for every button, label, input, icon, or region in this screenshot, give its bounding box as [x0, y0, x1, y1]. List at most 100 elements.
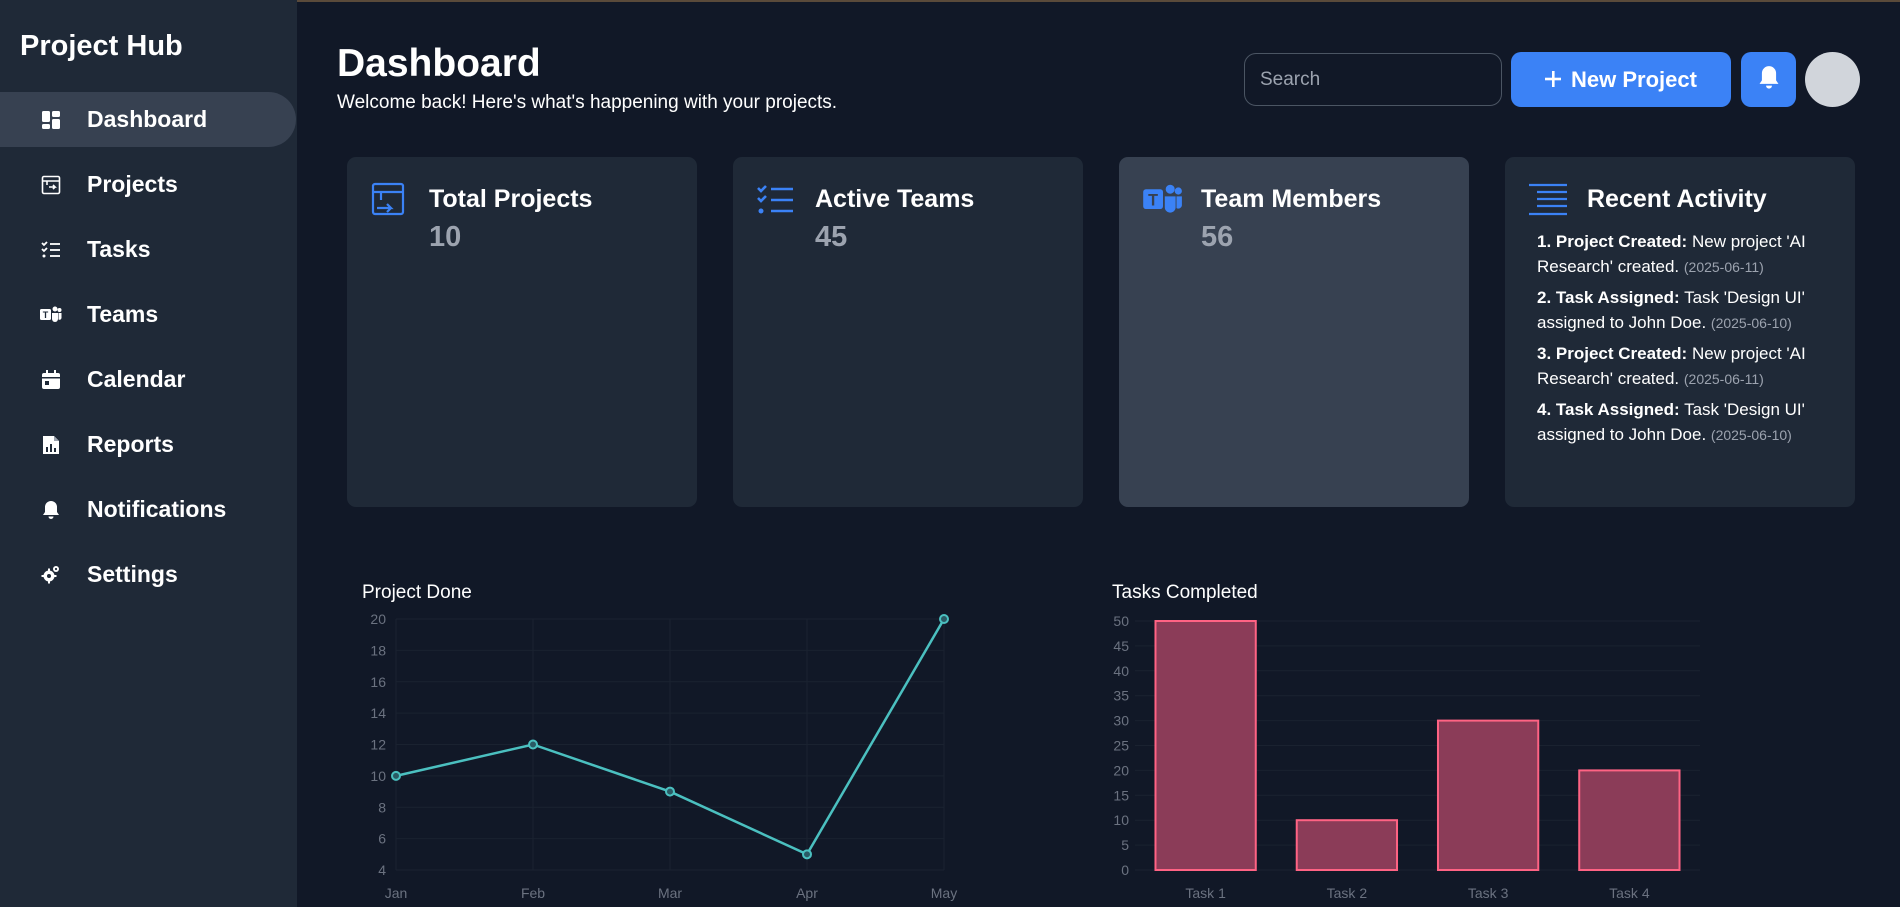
y-tick-label: 16: [370, 674, 386, 690]
stat-card-active-teams: Active Teams 45: [733, 157, 1083, 507]
data-point: [939, 614, 949, 624]
y-tick-label: 0: [1121, 862, 1129, 878]
teams-icon: T: [40, 304, 62, 326]
notifications-button[interactable]: [1741, 52, 1796, 107]
bar-chart: 0 5 10 15 20 25 30 35 40 45 50 Task 1 Task 2 Task 3 Ta…: [1113, 613, 1700, 901]
x-tick-label: Task 1: [1185, 885, 1226, 901]
card-value: 56: [1201, 221, 1234, 253]
plus-icon: [1545, 67, 1562, 93]
list-icon: [1529, 183, 1567, 219]
sidebar-item-label: Dashboard: [87, 106, 208, 132]
x-tick-label: Task 4: [1609, 885, 1650, 901]
sidebar-item-teams[interactable]: T Teams: [0, 287, 296, 342]
y-tick-label: 6: [378, 831, 386, 847]
card-title: Recent Activity: [1587, 185, 1767, 213]
y-tick-label: 4: [378, 862, 386, 878]
data-point: [665, 786, 675, 797]
bar: [1295, 819, 1399, 871]
sidebar-item-tasks[interactable]: Tasks: [0, 222, 296, 277]
recent-activity-card: Recent Activity 1. Project Created: New …: [1505, 157, 1855, 507]
y-tick-label: 12: [370, 737, 386, 753]
y-tick-label: 25: [1113, 738, 1129, 754]
activity-type: 3. Project Created:: [1537, 344, 1688, 363]
card-value: 45: [815, 221, 848, 253]
activity-type: 2. Task Assigned:: [1537, 288, 1680, 307]
x-tick-label: Jan: [385, 885, 408, 901]
teams-icon: T: [1143, 182, 1182, 218]
new-project-label: New Project: [1571, 66, 1697, 92]
activity-type: 1. Project Created:: [1537, 232, 1688, 251]
y-tick-label: 45: [1113, 638, 1129, 654]
page-subtitle: Welcome back! Here's what's happening wi…: [337, 92, 838, 113]
user-avatar[interactable]: [1805, 52, 1860, 107]
brand-title: Project Hub: [20, 30, 183, 62]
y-tick-label: 14: [370, 705, 386, 721]
sidebar-item-settings[interactable]: Settings: [0, 547, 296, 602]
x-tick-label: Mar: [658, 885, 682, 901]
x-tick-label: Apr: [796, 885, 818, 901]
y-tick-label: 20: [370, 611, 386, 627]
activity-item: 1. Project Created: New project 'AI Rese…: [1537, 229, 1837, 280]
sidebar-item-calendar[interactable]: Calendar: [0, 352, 296, 407]
bar: [1578, 769, 1681, 871]
tasks-icon: [40, 239, 62, 261]
checklist-icon: [757, 184, 793, 220]
x-tick-label: Task 2: [1327, 885, 1368, 901]
bar: [1436, 719, 1540, 871]
activity-date: (2025-06-10): [1710, 427, 1792, 443]
projects-icon: [40, 174, 62, 196]
data-point: [528, 739, 538, 750]
activity-date: (2025-06-11): [1683, 259, 1764, 275]
card-title: Team Members: [1201, 185, 1382, 213]
sidebar-nav: Dashboard Projects Tasks T Teams Calenda…: [0, 92, 297, 612]
y-tick-label: 18: [370, 642, 386, 658]
bell-icon: [40, 499, 62, 521]
y-tick-label: 40: [1113, 663, 1129, 679]
y-tick-label: 15: [1113, 787, 1129, 803]
y-tick-label: 10: [370, 768, 386, 784]
x-tick-label: May: [931, 885, 957, 901]
page-title: Dashboard: [337, 42, 541, 85]
y-tick-label: 30: [1113, 713, 1129, 729]
stat-card-team-members: T Team Members 56: [1119, 157, 1469, 507]
activity-item: 2. Task Assigned: Task 'Design UI' assig…: [1537, 285, 1837, 336]
svg-text:T: T: [43, 310, 49, 320]
sidebar-item-label: Reports: [87, 431, 174, 457]
sidebar-item-label: Settings: [87, 561, 178, 587]
bell-icon: [1757, 65, 1781, 94]
sidebar-item-label: Calendar: [87, 366, 186, 392]
stat-card-total-projects: Total Projects 10: [347, 157, 697, 507]
calendar-icon: [40, 369, 62, 391]
svg-text:T: T: [1148, 191, 1158, 209]
y-tick-label: 20: [1113, 762, 1129, 778]
dashboard-icon: [40, 109, 62, 131]
activity-item: 3. Project Created: New project 'AI Rese…: [1537, 341, 1837, 392]
sidebar: Project Hub Dashboard Projects Tasks T T…: [0, 0, 297, 907]
sidebar-item-label: Notifications: [87, 496, 227, 522]
activity-item: 4. Task Assigned: Task 'Design UI' assig…: [1537, 397, 1837, 448]
data-point: [391, 770, 401, 781]
y-tick-label: 8: [378, 799, 386, 815]
card-title: Active Teams: [815, 185, 975, 213]
sidebar-item-reports[interactable]: Reports: [0, 417, 296, 472]
activity-type: 4. Task Assigned:: [1537, 400, 1680, 419]
sidebar-item-notifications[interactable]: Notifications: [0, 482, 296, 537]
gear-icon: [40, 564, 62, 586]
activity-list: 1. Project Created: New project 'AI Rese…: [1537, 229, 1837, 453]
activity-date: (2025-06-11): [1683, 371, 1764, 387]
y-tick-label: 35: [1113, 688, 1129, 704]
card-title: Total Projects: [429, 185, 593, 213]
y-tick-label: 5: [1121, 837, 1129, 853]
sidebar-item-label: Projects: [87, 171, 178, 197]
new-project-button[interactable]: New Project: [1511, 52, 1731, 107]
line-chart: 4 6 8 10 12 14 16 18 20 Jan Feb Mar Apr May: [370, 611, 957, 901]
bar: [1154, 620, 1257, 871]
card-value: 10: [429, 221, 462, 253]
sidebar-item-label: Teams: [87, 301, 159, 327]
y-tick-label: 10: [1113, 812, 1129, 828]
y-tick-label: 50: [1113, 613, 1129, 629]
projects-icon: [371, 182, 407, 218]
search-input[interactable]: [1244, 53, 1502, 106]
sidebar-item-dashboard[interactable]: Dashboard: [0, 92, 296, 147]
sidebar-item-projects[interactable]: Projects: [0, 157, 296, 212]
